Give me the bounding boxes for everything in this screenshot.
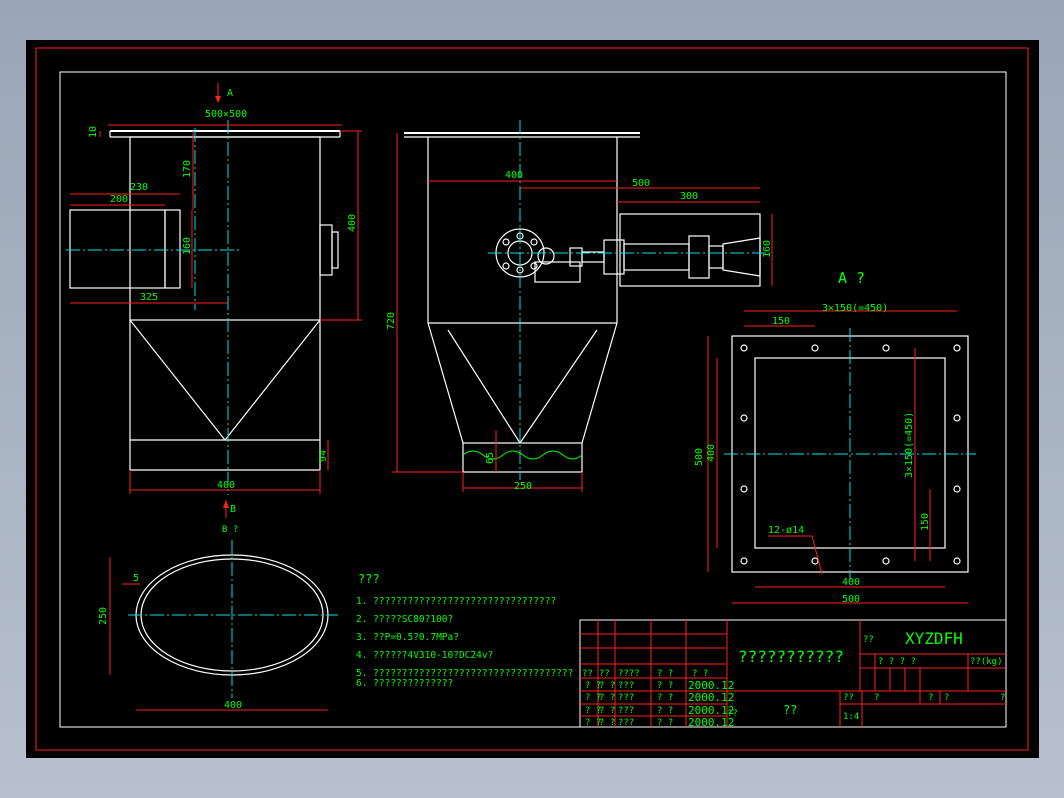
dim-400-flange: 400 [842, 577, 860, 588]
dim-325: 325 [140, 292, 158, 303]
q-4: ? [1000, 693, 1005, 703]
dim-500-flange: 500 [842, 594, 860, 605]
dim-200: 200 [110, 194, 128, 205]
dim-150-top: 150 [772, 316, 790, 327]
tb-r0c0: ?? [582, 669, 593, 679]
tb-r4c1: ? ? [599, 718, 615, 728]
dim-400-vert: 400 [706, 444, 717, 462]
dim-160-motor: 160 [182, 237, 193, 255]
tb-r2c4: 2000.12 [688, 691, 734, 704]
note-3: 3. ??P=0.5?0.7MPa? [356, 632, 459, 643]
dim-3x150-vert: 3×150(=450) [904, 412, 915, 478]
note-1: 1. ???????????????????????????????? [356, 596, 556, 607]
dim-250: 250 [514, 481, 532, 492]
q-2: ? [928, 693, 933, 703]
dim-150-vert: 150 [920, 513, 931, 531]
dim-65: 65 [485, 452, 496, 464]
dim-300: 300 [680, 191, 698, 202]
tb-r0c2: ???? [618, 669, 640, 679]
tb-r3c1: ? ? [599, 706, 615, 716]
dim-400-bottom: 400 [217, 480, 235, 491]
dim-10: 10 [88, 126, 99, 138]
tb-r1c1: ? ? [599, 681, 615, 691]
dim-720: 720 [386, 312, 397, 330]
dim-3x150-top: 3×150(=450) [822, 303, 888, 314]
tb-r1c2: ??? [618, 681, 634, 691]
tb-r3c2: ??? [618, 706, 634, 716]
dim-5: 5 [133, 573, 139, 584]
drawing-sheet [26, 40, 1039, 758]
view-a-title: A ? [838, 269, 865, 287]
q-3: ? [944, 693, 949, 703]
weight-header: ??(kg) [970, 657, 1003, 667]
notes-title: ??? [358, 572, 380, 586]
tb-r2c1: ? ? [599, 693, 615, 703]
dim-500x500: 500×500 [205, 109, 247, 120]
dim-94: 94 [318, 450, 329, 462]
note-6: 6. ?????????????? [356, 678, 453, 689]
dim-230: 230 [130, 182, 148, 193]
tb-r2c3: ? ? [657, 693, 673, 703]
view-a-marker: A [227, 88, 233, 99]
dim-12-holes: 12-ø14 [768, 525, 804, 536]
tb-r4c4: 2000.12 [688, 716, 734, 729]
tb-r0c1: ?? [599, 669, 610, 679]
dim-160-cylinder: 160 [762, 240, 773, 258]
scale-label: ?? [843, 693, 854, 703]
tb-r2c2: ??? [618, 693, 634, 703]
sheet-mark: ?? [783, 703, 797, 717]
view-b-title: B ? [222, 525, 238, 535]
q-1: ? [874, 693, 879, 703]
dim-400-side: 400 [347, 214, 358, 232]
mark-label: ?? [863, 635, 874, 645]
dim-170: 170 [182, 160, 193, 178]
cad-drawing-canvas: 500×500 10 170 230 200 160 325 400 94 40… [26, 40, 1039, 758]
dim-400-ellipse: 400 [224, 700, 242, 711]
tb-r0c4: ? ? [692, 669, 708, 679]
view-b-marker: B [230, 504, 236, 515]
tb-r0c3: ? ? [657, 669, 673, 679]
scale-value: 1:4 [843, 712, 859, 722]
drawing-name: ??????????? [738, 647, 844, 666]
dim-400-front: 400 [505, 170, 523, 181]
note-2: 2. ?????SC80?100? [356, 614, 453, 625]
dim-500-front: 500 [632, 178, 650, 189]
note-4: 4. ??????4V310-10?DC24v? [356, 650, 493, 661]
tb-r4c3: ? ? [657, 718, 673, 728]
material-header: ? ? ? ? [878, 657, 916, 667]
dim-250-ellipse: 250 [98, 607, 109, 625]
tb-r4c2: ??? [618, 718, 634, 728]
dim-500-vert: 500 [694, 448, 705, 466]
drawing-code: XYZDFH [905, 629, 963, 648]
tb-r1c3: ? ? [657, 681, 673, 691]
tb-r3c3: ? ? [657, 706, 673, 716]
